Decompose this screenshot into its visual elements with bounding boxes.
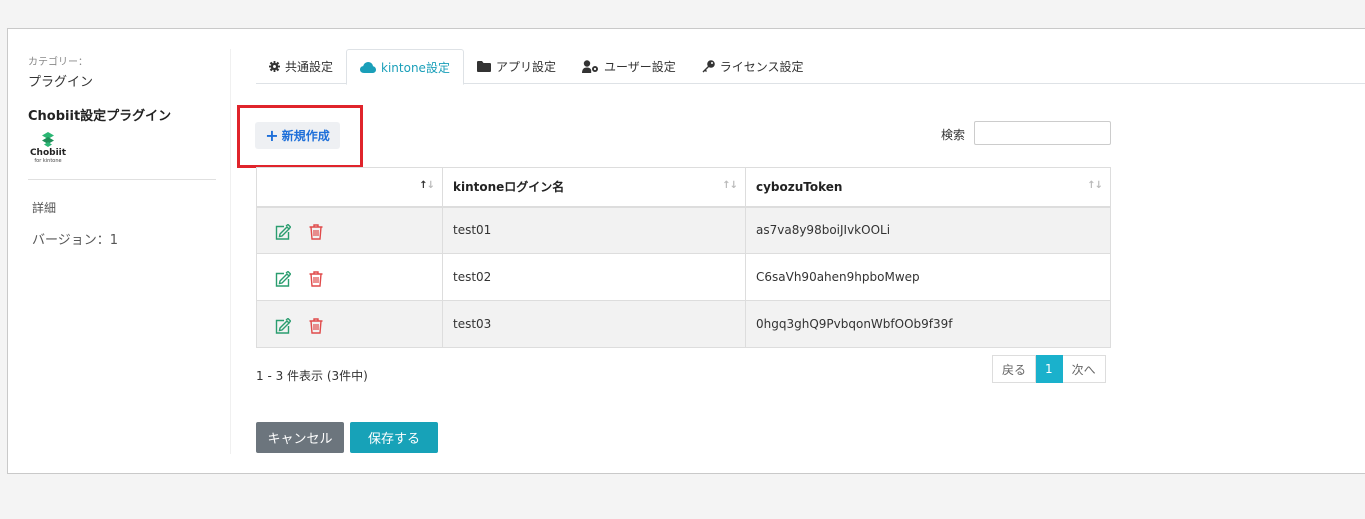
cell-token: 0hgq3ghQ9PvbqonWbfOOb9f39f [745,300,1111,348]
trash-icon[interactable] [309,224,323,240]
tab-label: kintone設定 [381,60,450,75]
detail-link[interactable]: 詳細 [32,199,56,216]
sort-icon: ↑↓ [1087,180,1103,191]
table-row: test02 C6saVh90ahen9hpboMwep [256,253,1111,301]
column-header-login[interactable]: kintoneログイン名 ↑↓ [442,167,746,208]
plus-icon: + [265,125,279,145]
column-header-label: kintoneログイン名 [453,180,565,195]
version-text: バージョン：1 [32,233,119,248]
save-button[interactable]: 保存する [350,422,438,453]
tab-label: ライセンス設定 [719,60,804,74]
prev-page-button[interactable]: 戻る [992,355,1037,383]
key-icon [702,60,715,73]
column-header-token[interactable]: cybozuToken ↑↓ [745,167,1111,208]
sidebar-divider [28,179,216,180]
logo-subtext: for kintone [34,158,62,164]
pagination: 戻る 1 次へ [992,355,1106,383]
category-value: プラグイン [28,75,94,90]
plugin-name: Chobiit設定プラグイン [28,109,172,124]
trash-icon[interactable] [309,317,323,334]
category-label: カテゴリー： [28,57,88,68]
gear-icon [269,61,280,72]
cloud-icon [360,61,377,73]
page-1-button[interactable]: 1 [1036,355,1063,383]
cell-token: as7va8y98boiJIvkOOLi [745,206,1111,254]
search-input[interactable] [974,121,1111,145]
folder-icon [476,61,491,72]
tab-label: ユーザー設定 [603,60,676,74]
edit-icon[interactable] [275,223,291,240]
cell-login: test01 [442,206,746,254]
column-header-actions[interactable]: ↑↓ [256,167,443,208]
edit-icon[interactable] [275,317,291,334]
chobiit-logo-icon [42,132,54,147]
tab-license-settings[interactable]: ライセンス設定 [689,49,817,84]
row-actions [256,206,443,254]
cell-login: test03 [442,300,746,348]
new-create-button[interactable]: + 新規作成 [255,122,340,149]
token-table: ↑↓ kintoneログイン名 ↑↓ cybozuToken ↑↓ test01… [256,167,1111,348]
cancel-button[interactable]: キャンセル [256,422,344,453]
table-header-row: ↑↓ kintoneログイン名 ↑↓ cybozuToken ↑↓ [256,167,1111,208]
sort-icon: ↑↓ [722,180,738,191]
edit-icon[interactable] [275,270,291,287]
pagination-info: 1 - 3 件表示 (3件中) [256,369,368,383]
user-cog-icon [581,60,598,73]
tab-user-settings[interactable]: ユーザー設定 [569,49,689,84]
tab-label: アプリ設定 [495,60,556,74]
logo-text: Chobiit [29,148,67,158]
plugin-settings-panel: カテゴリー： プラグイン Chobiit設定プラグイン Chobiit for … [7,28,1365,474]
row-actions [256,253,443,301]
chobiit-logo: Chobiit for kintone [28,132,68,164]
trash-icon[interactable] [309,270,323,287]
new-create-label: 新規作成 [281,129,330,143]
vertical-divider [230,49,231,454]
column-header-label: cybozuToken [756,179,843,194]
tab-kintone-settings[interactable]: kintone設定 [346,49,464,85]
cell-token: C6saVh90ahen9hpboMwep [745,253,1111,301]
row-actions [256,300,443,348]
sort-icon: ↑↓ [419,180,435,191]
search-label: 検索 [941,128,966,142]
settings-tabs: 共通設定 kintone設定 アプリ設定 ユーザー設定 ライセンス設定 [256,49,1365,85]
tab-label: 共通設定 [285,60,334,74]
next-page-button[interactable]: 次へ [1062,355,1106,383]
table-row: test03 0hgq3ghQ9PvbqonWbfOOb9f39f [256,300,1111,348]
sidebar: カテゴリー： プラグイン Chobiit設定プラグイン Chobiit for … [28,53,218,164]
tab-app-settings[interactable]: アプリ設定 [464,49,569,84]
table-row: test01 as7va8y98boiJIvkOOLi [256,206,1111,254]
tab-common-settings[interactable]: 共通設定 [256,49,346,84]
cell-login: test02 [442,253,746,301]
